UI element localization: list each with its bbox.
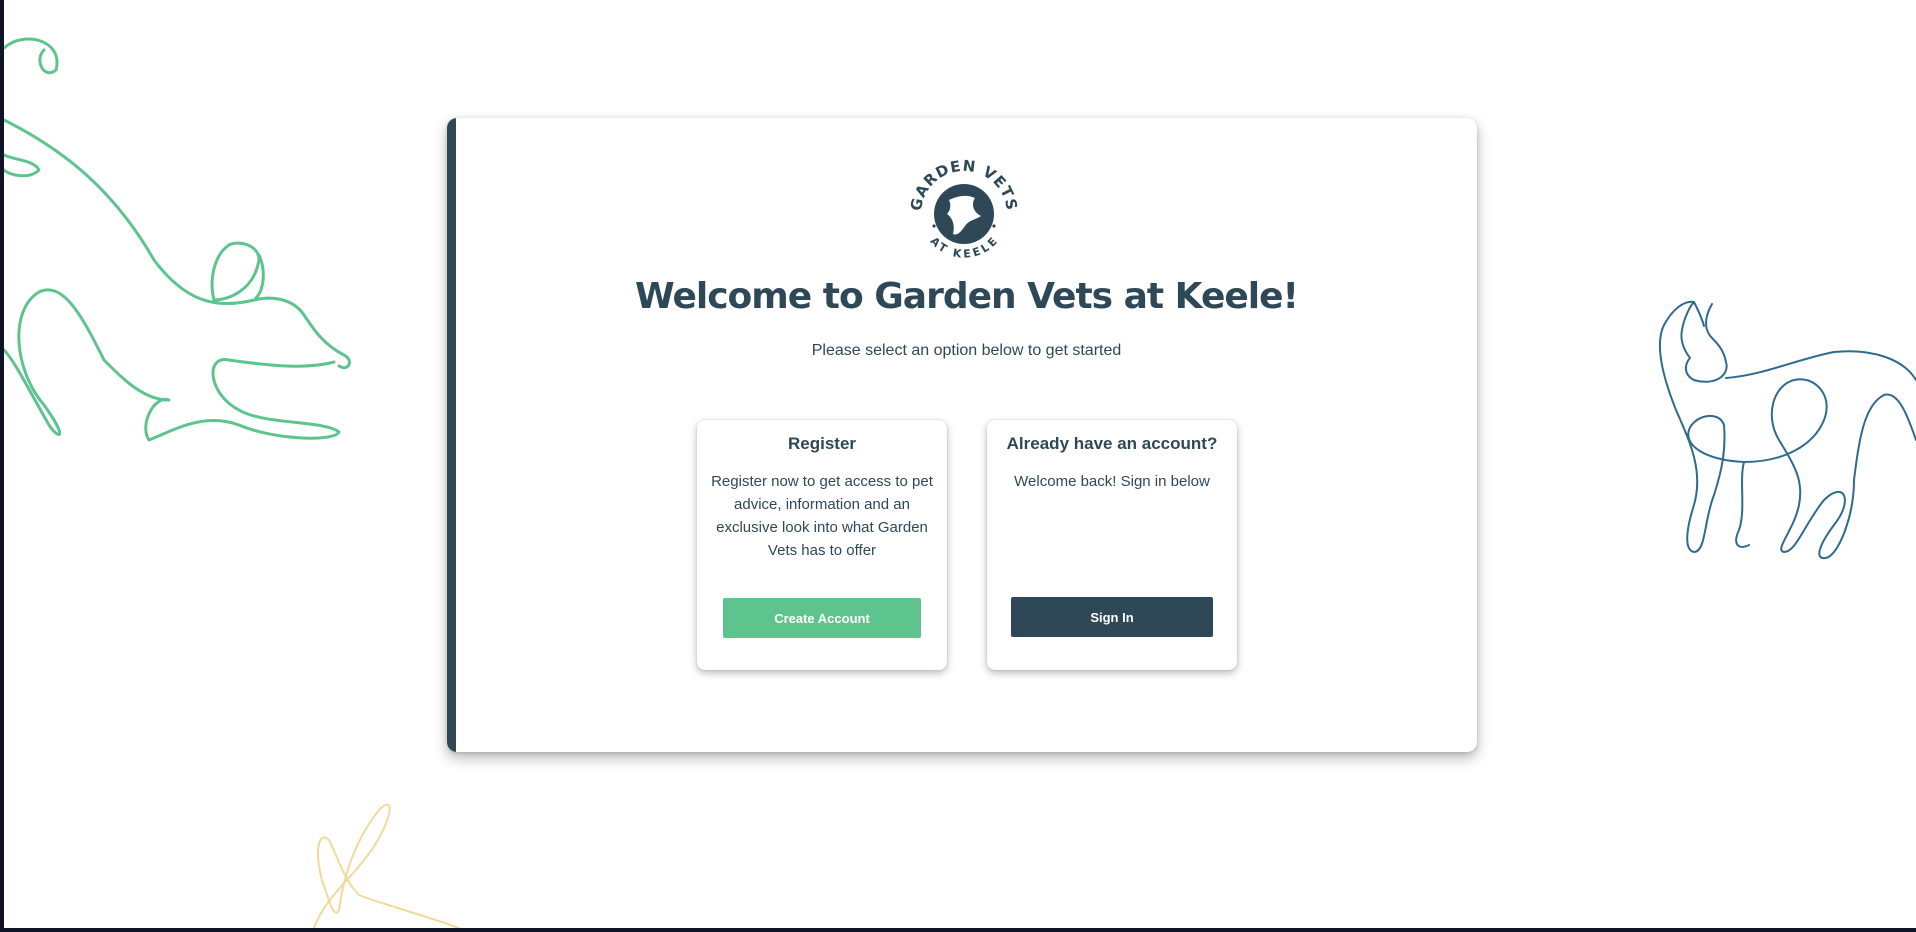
signin-description: Welcome back! Sign in below — [1014, 473, 1210, 490]
register-title: Register — [787, 434, 857, 453]
page-viewport: GARDEN VETS AT KEELE Welcome to Garden V… — [4, 0, 1916, 928]
card-accent-bar — [447, 118, 456, 752]
dog-line-art — [4, 37, 351, 442]
welcome-card: GARDEN VETS AT KEELE Welcome to Garden V… — [447, 118, 1477, 752]
sign-in-button[interactable]: Sign In — [1011, 597, 1213, 637]
signin-title: Already have an account? — [1006, 434, 1218, 453]
cat-line-art — [1658, 300, 1916, 560]
page-subtitle: Please select an option below to get sta… — [811, 342, 1122, 359]
garden-vets-logo: GARDEN VETS AT KEELE — [909, 157, 1019, 261]
page-title: Welcome to Garden Vets at Keele! — [635, 276, 1299, 317]
rabbit-line-art — [313, 803, 460, 928]
register-option-card: Register Register now to get access to p… — [697, 420, 947, 670]
register-description: Register now to get access to pet advice… — [711, 473, 933, 559]
create-account-button[interactable]: Create Account — [723, 598, 921, 638]
signin-option-card: Already have an account? Welcome back! S… — [987, 420, 1237, 670]
